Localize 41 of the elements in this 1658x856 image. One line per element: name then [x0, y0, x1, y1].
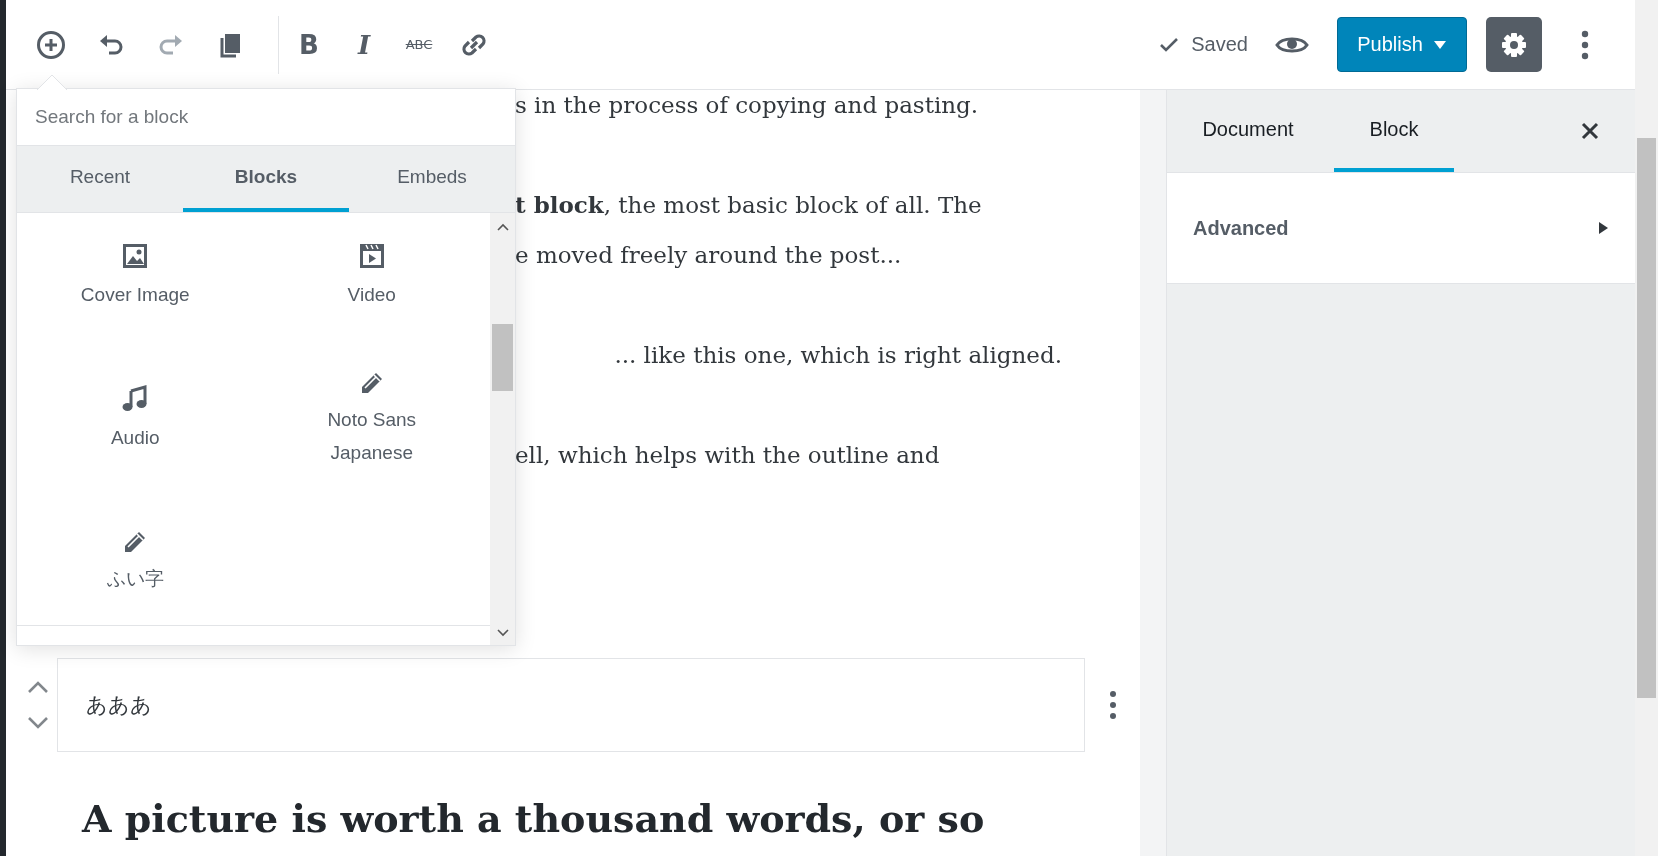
strikethrough-button[interactable]: ABC	[395, 20, 443, 69]
image-icon	[121, 242, 150, 270]
paragraph-text: e moved freely around the post...	[515, 242, 902, 268]
bold-button[interactable]: B	[285, 20, 333, 69]
block-item[interactable]: ふい字	[17, 491, 254, 625]
expand-icon[interactable]	[1597, 221, 1609, 235]
scrollbar-thumb[interactable]	[1637, 138, 1656, 698]
sidebar-tab[interactable]: Document	[1188, 90, 1308, 172]
music-note-icon	[121, 385, 150, 413]
pencil-icon	[359, 370, 384, 395]
close-icon[interactable]	[1581, 122, 1599, 140]
paragraph-text: s in the process of copying and pasting.	[515, 92, 979, 118]
scroll-down-icon[interactable]	[496, 629, 509, 637]
pencil-icon	[123, 530, 148, 554]
italic-button[interactable]: I	[340, 20, 388, 69]
inserter-tab[interactable]: Blocks	[183, 146, 349, 212]
scroll-up-icon[interactable]	[496, 223, 509, 231]
scrollbar-thumb[interactable]	[492, 324, 513, 391]
save-status: Saved	[1191, 33, 1248, 56]
block-item[interactable]: Cover Image	[17, 213, 254, 348]
settings-button[interactable]	[1486, 17, 1542, 72]
video-icon	[357, 242, 386, 270]
block-item[interactable]: Video	[253, 213, 490, 348]
panel-title[interactable]: Advanced	[1193, 216, 1289, 240]
post-heading: A picture is worth a thousand words, or so	[80, 796, 986, 841]
move-down-icon[interactable]	[26, 716, 49, 730]
plus-circle-icon	[36, 29, 66, 60]
paragraph-text: ell, which helps with the outline and	[515, 442, 940, 468]
check-icon	[1159, 36, 1180, 53]
paragraph-text: t block, the most basic block of all. The	[515, 192, 982, 218]
inserter-tab[interactable]: Embeds	[349, 146, 515, 212]
block-item[interactable]: Audio	[17, 348, 254, 491]
block-item[interactable]: Noto Sans Japanese	[253, 348, 490, 491]
block-options-icon[interactable]	[1109, 690, 1117, 720]
paragraph-text: ... like this one, which is right aligned.	[614, 342, 1062, 368]
more-icon	[1581, 29, 1589, 60]
selected-block[interactable]: あああ	[57, 658, 1085, 752]
inserter-tab[interactable]: Recent	[17, 146, 183, 212]
publish-button[interactable]: Publish	[1337, 17, 1467, 72]
move-up-icon[interactable]	[26, 680, 49, 694]
caret-icon	[1432, 39, 1447, 50]
